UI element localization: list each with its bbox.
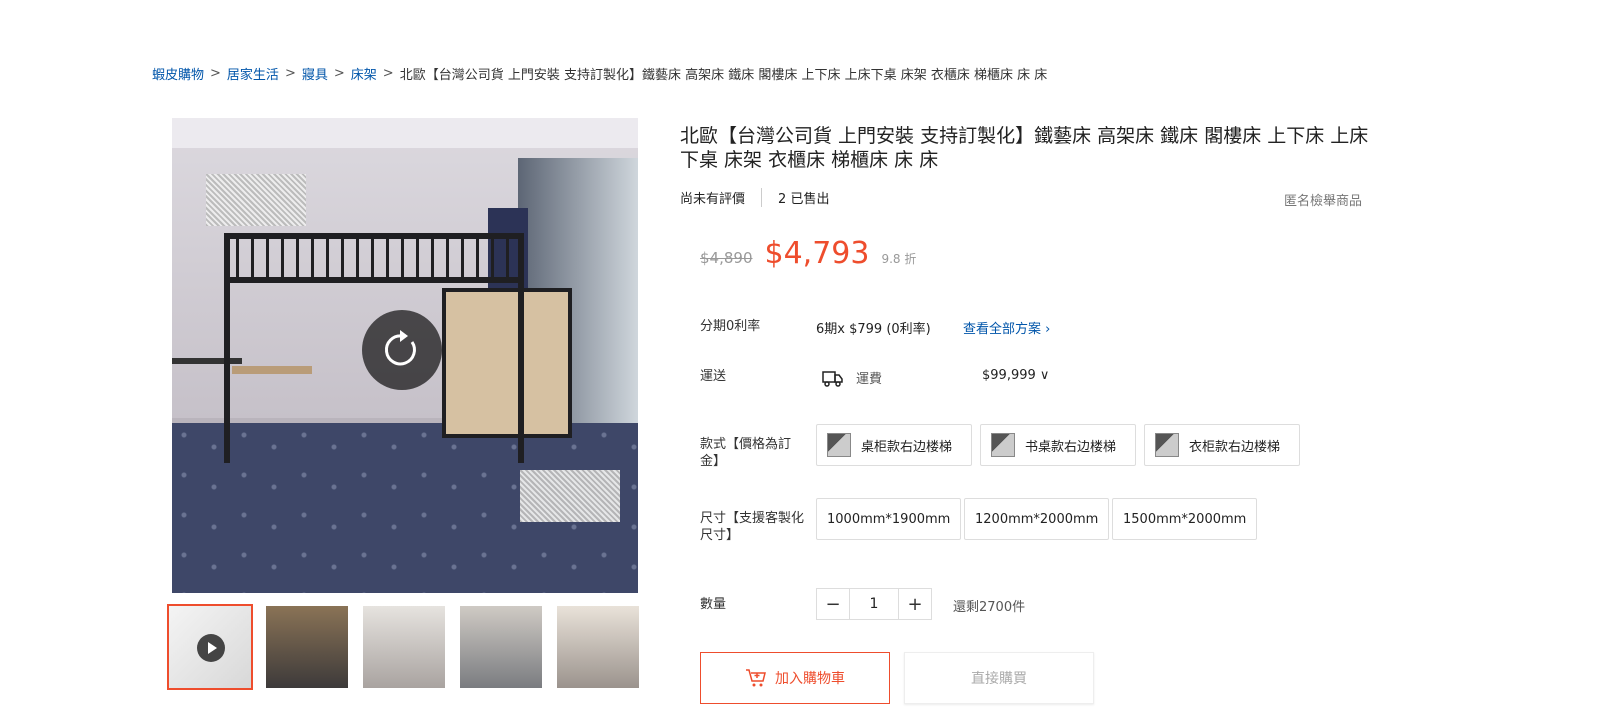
product-title: 北歐【台灣公司貨 上門安裝 支持訂製化】鐵藝床 高架床 鐵床 閣樓床 上下床 上…: [680, 125, 1369, 171]
main-product-image[interactable]: [172, 118, 638, 593]
original-price: $4,890: [700, 249, 753, 267]
breadcrumb-link-shopee[interactable]: 蝦皮購物: [152, 64, 204, 83]
price-row: $4,890 $4,793 9.8 折: [700, 236, 916, 271]
replay-video-button[interactable]: [362, 310, 442, 390]
shipping-fee-label: 運費: [856, 372, 883, 387]
thumbnail-image-5[interactable]: [555, 604, 641, 690]
sold-label: 已售出: [790, 192, 830, 207]
thumbnail-image: [557, 606, 639, 688]
thumbnail-image: [460, 606, 542, 688]
installment-plan: 6期x $799 (0利率): [816, 322, 931, 337]
size-option-1500x2000[interactable]: 1500mm*2000mm: [1112, 498, 1258, 540]
breadcrumb-link-bedding[interactable]: 寢具: [302, 64, 328, 83]
add-to-cart-label: 加入購物車: [775, 671, 845, 687]
image-loft-bed-rail: [224, 233, 524, 283]
thumbnail-image-4[interactable]: [458, 604, 544, 690]
view-all-plans-link[interactable]: 查看全部方案 ›: [963, 318, 1050, 337]
option-thumbnail: [991, 433, 1015, 457]
replay-icon: [384, 330, 416, 366]
installment-label: 分期0利率: [700, 319, 761, 334]
image-ceiling: [172, 118, 638, 148]
quantity-stepper: − 1 +: [816, 588, 932, 620]
size-option-1000x1900[interactable]: 1000mm*1900mm: [816, 498, 962, 540]
blurred-watermark: [520, 470, 620, 522]
option-label: 1000mm*1900mm: [827, 511, 951, 527]
breadcrumb-separator: >: [210, 66, 221, 81]
size-option-1200x2000[interactable]: 1200mm*2000mm: [964, 498, 1110, 540]
breadcrumb: 蝦皮購物 > 居家生活 > 寢具 > 床架 > 北歐【台灣公司貨 上門安裝 支持…: [152, 64, 1047, 83]
report-product-link[interactable]: 匿名檢舉商品: [1284, 190, 1362, 209]
option-thumbnail: [1155, 433, 1179, 457]
breadcrumb-link-home-living[interactable]: 居家生活: [227, 64, 279, 83]
option-label: 1500mm*2000mm: [1123, 511, 1247, 527]
product-meta: 尚未有評價 2 已售出: [680, 188, 829, 207]
increase-quantity-button[interactable]: +: [899, 589, 931, 619]
thumbnail-image-3[interactable]: [361, 604, 447, 690]
option-label: 桌柜款右边楼梯: [861, 439, 953, 455]
size-variation-label: 尺寸【支援客製化尺寸】: [700, 511, 805, 543]
option-label: 1200mm*2000mm: [975, 511, 1099, 527]
option-label: 衣柜款右边楼梯: [1189, 439, 1281, 455]
shipping-label: 運送: [700, 369, 727, 384]
breadcrumb-current: 北歐【台灣公司貨 上門安裝 支持訂製化】鐵藝床 高架床 鐵床 閣樓床 上下床 上…: [399, 68, 1048, 83]
truck-icon: [822, 371, 843, 387]
discount-badge: 9.8 折: [881, 252, 917, 266]
sold-count: 2: [778, 192, 787, 207]
current-price: $4,793: [764, 236, 870, 271]
thumbnail-image: [266, 606, 348, 688]
thumbnail-image-2[interactable]: [264, 604, 350, 690]
thumbnail-video[interactable]: [167, 604, 253, 690]
style-option-desk[interactable]: 书桌款右边楼梯: [980, 424, 1136, 466]
style-option-desk-cabinet[interactable]: 桌柜款右边楼梯: [816, 424, 972, 466]
quantity-input[interactable]: 1: [849, 589, 899, 619]
shipping-fee-dropdown[interactable]: $99,999 ∨: [982, 368, 1049, 383]
option-thumbnail: [827, 433, 851, 457]
thumbnail-image: [363, 606, 445, 688]
blurred-watermark: [206, 174, 306, 226]
rating-text: 尚未有評價: [680, 188, 763, 207]
play-icon: [197, 634, 225, 662]
quantity-label: 數量: [700, 597, 727, 612]
add-to-cart-button[interactable]: 加入購物車: [700, 652, 890, 704]
stock-remaining: 還剩2700件: [953, 600, 1026, 615]
cart-icon: [746, 669, 766, 687]
image-desk: [232, 366, 312, 374]
breadcrumb-link-bed-frame[interactable]: 床架: [351, 64, 377, 83]
breadcrumb-separator: >: [333, 66, 345, 81]
breadcrumb-separator: >: [382, 66, 394, 81]
style-variation-label: 款式【價格為訂金】: [700, 437, 792, 469]
buy-now-button[interactable]: 直接購買: [904, 652, 1094, 704]
sold-info: 2 已售出: [762, 188, 829, 207]
style-option-wardrobe[interactable]: 衣柜款右边楼梯: [1144, 424, 1300, 466]
decrease-quantity-button[interactable]: −: [817, 589, 849, 619]
breadcrumb-separator: >: [284, 66, 296, 81]
option-label: 书桌款右边楼梯: [1025, 439, 1117, 455]
thumbnail-strip: [167, 604, 641, 690]
